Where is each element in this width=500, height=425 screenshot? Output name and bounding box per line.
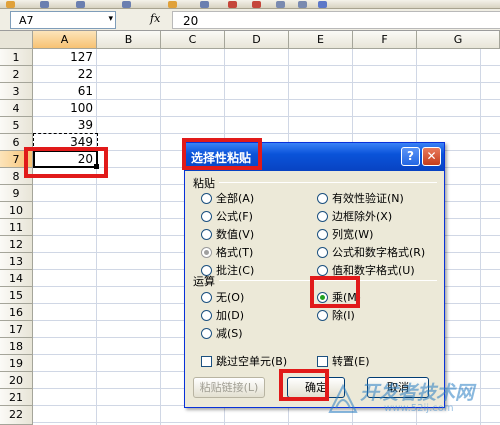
highlight-box — [182, 138, 262, 170]
cell-a3[interactable]: 61 — [33, 83, 97, 100]
paste-option-formulas[interactable]: 公式(F) — [201, 208, 253, 224]
help-button[interactable]: ? — [401, 147, 420, 166]
formula-input[interactable]: 20 — [172, 11, 500, 29]
operation-option-divide[interactable]: 除(I) — [317, 307, 355, 323]
transpose-checkbox[interactable]: 转置(E) — [317, 353, 370, 369]
select-all-corner[interactable] — [0, 31, 33, 49]
row-header[interactable]: 1 — [0, 49, 33, 66]
toolbar-icon[interactable] — [228, 1, 237, 8]
toolbar-icon[interactable] — [252, 1, 261, 8]
column-header-c[interactable]: C — [161, 31, 225, 49]
row-header[interactable]: 4 — [0, 100, 33, 117]
toolbar-icon[interactable] — [298, 1, 307, 8]
function-icon[interactable]: fx — [150, 12, 160, 25]
paste-option-all[interactable]: 全部(A) — [201, 190, 254, 206]
row-header[interactable]: 16 — [0, 304, 33, 321]
column-header-g[interactable]: G — [417, 31, 500, 49]
row-header[interactable]: 11 — [0, 219, 33, 236]
row-header[interactable]: 22 — [0, 406, 33, 425]
row-header[interactable]: 12 — [0, 236, 33, 253]
highlight-box — [279, 369, 329, 401]
paste-option-values[interactable]: 数值(V) — [201, 226, 254, 242]
toolbar-icon[interactable] — [40, 1, 49, 8]
watermark: 开发者技术网 www.52ij.com — [326, 378, 498, 423]
paste-option-formulas-number-formats[interactable]: 公式和数字格式(R) — [317, 244, 425, 260]
paste-option-column-widths[interactable]: 列宽(W) — [317, 226, 373, 242]
skip-blanks-checkbox[interactable]: 跳过空单元(B) — [201, 353, 287, 369]
row-header[interactable]: 20 — [0, 372, 33, 389]
toolbar-icon[interactable] — [6, 1, 15, 8]
highlight-box — [24, 147, 108, 178]
toolbar-icon[interactable] — [122, 1, 131, 8]
paste-link-button[interactable]: 粘贴链接(L) — [193, 377, 265, 398]
group-divider — [219, 182, 437, 183]
row-header[interactable]: 2 — [0, 66, 33, 83]
column-header-e[interactable]: E — [289, 31, 353, 49]
column-header-b[interactable]: B — [97, 31, 161, 49]
row-header[interactable]: 3 — [0, 83, 33, 100]
formula-value: 20 — [183, 14, 199, 28]
name-box[interactable]: A7 ▾ — [10, 11, 116, 29]
cell-a4[interactable]: 100 — [33, 100, 97, 117]
paste-option-validation[interactable]: 有效性验证(N) — [317, 190, 404, 206]
row-header[interactable]: 14 — [0, 270, 33, 287]
row-header[interactable]: 15 — [0, 287, 33, 304]
row-header[interactable]: 18 — [0, 338, 33, 355]
row-header[interactable]: 13 — [0, 253, 33, 270]
formula-bar: A7 ▾ fx 20 — [0, 9, 500, 31]
column-header-d[interactable]: D — [225, 31, 289, 49]
row-header[interactable]: 9 — [0, 185, 33, 202]
watermark-text: 开发者技术网 — [360, 382, 475, 404]
row-header[interactable]: 5 — [0, 117, 33, 134]
chevron-down-icon[interactable]: ▾ — [108, 14, 113, 24]
toolbar — [0, 0, 500, 9]
row-header[interactable]: 10 — [0, 202, 33, 219]
toolbar-icon[interactable] — [76, 1, 85, 8]
cell-a1[interactable]: 127 — [33, 49, 97, 66]
operation-group-label: 运算 — [193, 275, 215, 288]
column-header-f[interactable]: F — [353, 31, 417, 49]
paste-option-all-except-borders[interactable]: 边框除外(X) — [317, 208, 392, 224]
column-header-a[interactable]: A — [33, 31, 97, 49]
paste-group-label: 粘贴 — [193, 177, 215, 190]
cell-a5[interactable]: 39 — [33, 117, 97, 134]
paste-option-formats[interactable]: 格式(T) — [201, 244, 253, 260]
watermark-logo-icon — [328, 383, 358, 413]
close-button[interactable]: ✕ — [422, 147, 441, 166]
highlight-box — [310, 276, 360, 308]
cell-a2[interactable]: 22 — [33, 66, 97, 83]
row-header[interactable]: 19 — [0, 355, 33, 372]
watermark-url: www.52ij.com — [384, 403, 454, 414]
toolbar-icon[interactable] — [318, 1, 327, 8]
toolbar-icon[interactable] — [200, 1, 209, 8]
operation-option-add[interactable]: 加(D) — [201, 307, 244, 323]
toolbar-icon[interactable] — [276, 1, 285, 8]
row-header[interactable]: 17 — [0, 321, 33, 338]
operation-option-none[interactable]: 无(O) — [201, 289, 244, 305]
operation-option-subtract[interactable]: 减(S) — [201, 325, 243, 341]
name-box-value: A7 — [19, 14, 34, 27]
toolbar-icon[interactable] — [168, 1, 177, 8]
row-header[interactable]: 21 — [0, 389, 33, 406]
